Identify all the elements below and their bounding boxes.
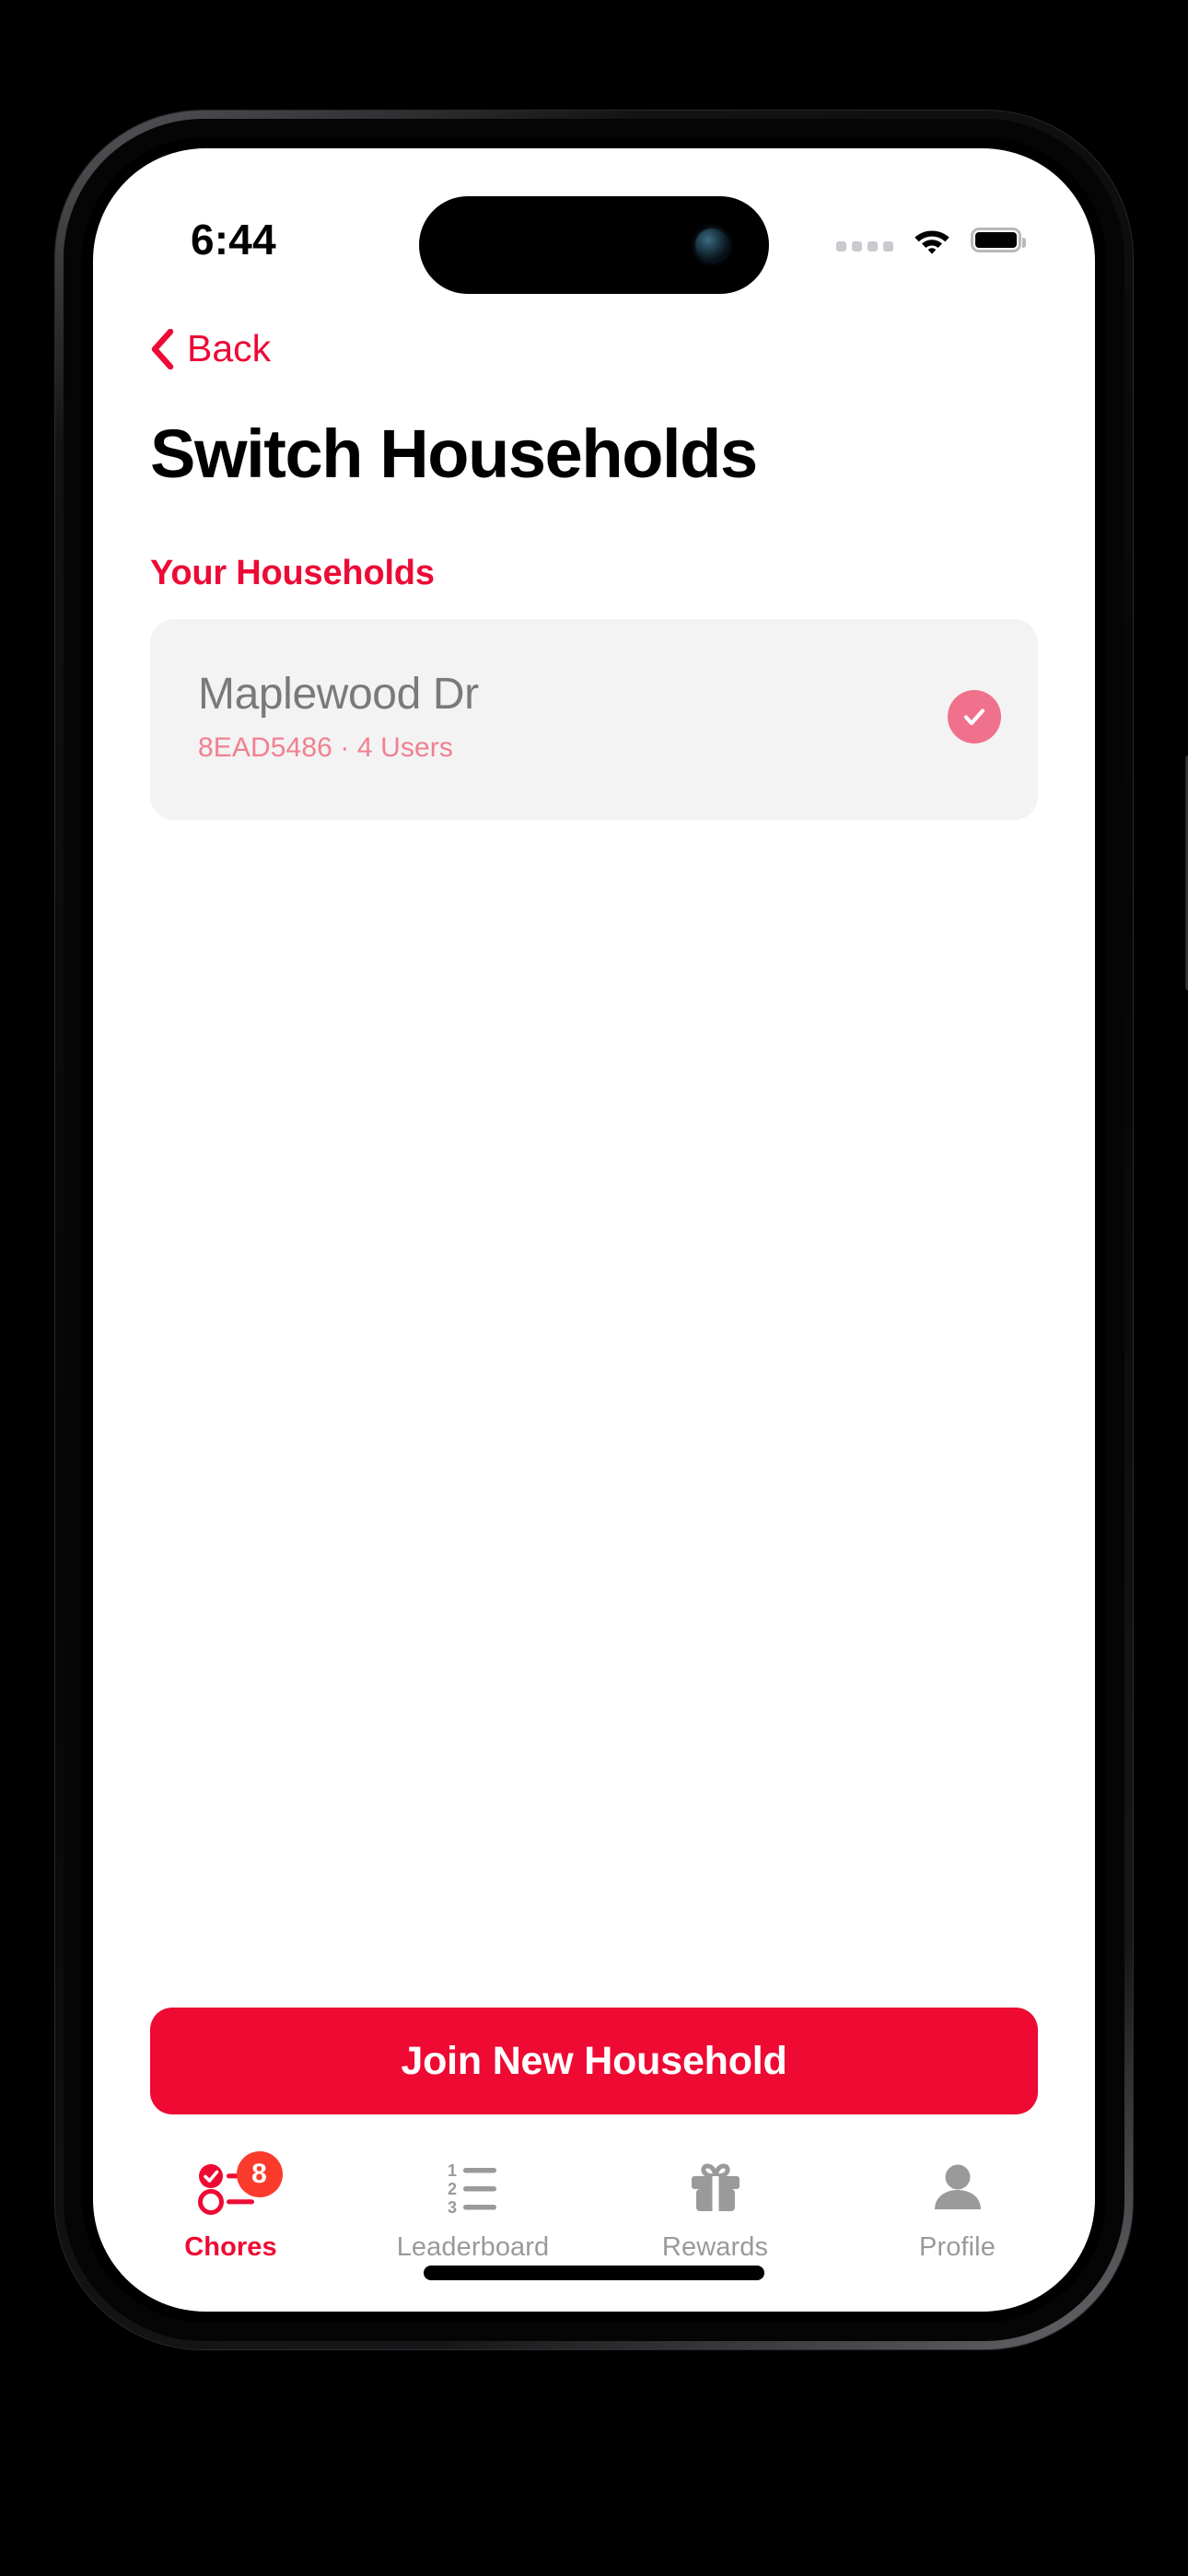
svg-text:2: 2 bbox=[448, 2180, 457, 2198]
section-header-your-households: Your Households bbox=[150, 553, 435, 592]
tab-bar: 8 Chores 1 2 3 Leaderboard Rewards Profi… bbox=[93, 2151, 1095, 2312]
device-inner-frame: 6:44 Back Switch Households Your Househo… bbox=[64, 119, 1124, 2341]
back-button[interactable]: Back bbox=[150, 327, 271, 370]
gift-icon bbox=[685, 2155, 746, 2221]
phone-device-frame: 6:44 Back Switch Households Your Househo… bbox=[55, 111, 1188, 2349]
household-list: Maplewood Dr 8EAD5486 · 4 Users bbox=[93, 593, 1095, 820]
ranked-list-icon: 1 2 3 bbox=[438, 2155, 508, 2221]
navigation-bar: Back bbox=[93, 287, 1095, 374]
household-text-block: Maplewood Dr 8EAD5486 · 4 Users bbox=[198, 669, 479, 764]
tab-label-chores: Chores bbox=[184, 2232, 277, 2262]
svg-text:1: 1 bbox=[448, 2161, 457, 2180]
battery-full-icon bbox=[971, 227, 1026, 252]
device-bezel: 6:44 Back Switch Households Your Househo… bbox=[82, 137, 1106, 2323]
tab-chores[interactable]: 8 Chores bbox=[125, 2151, 337, 2263]
household-meta: 8EAD5486 · 4 Users bbox=[198, 732, 453, 763]
wifi-icon bbox=[912, 225, 952, 254]
chores-badge-count: 8 bbox=[236, 2151, 283, 2197]
join-new-household-button[interactable]: Join New Household bbox=[150, 2008, 1038, 2114]
status-icons bbox=[836, 225, 1026, 254]
home-indicator[interactable] bbox=[424, 2266, 764, 2280]
household-list-item[interactable]: Maplewood Dr 8EAD5486 · 4 Users bbox=[150, 618, 1038, 820]
checklist-icon: 8 bbox=[196, 2151, 283, 2221]
back-button-label: Back bbox=[187, 327, 272, 369]
tab-label-profile: Profile bbox=[919, 2232, 996, 2262]
page-title: Switch Households bbox=[150, 415, 758, 492]
screenshot-root: 6:44 Back Switch Households Your Househo… bbox=[0, 0, 1188, 2576]
tab-rewards[interactable]: Rewards bbox=[610, 2155, 821, 2263]
cta-container: Join New Household bbox=[93, 2008, 1095, 2114]
app-content: Back Switch Households Your Households M… bbox=[93, 287, 1095, 2312]
cellular-dots-icon bbox=[836, 228, 893, 252]
household-name: Maplewood Dr bbox=[198, 670, 479, 719]
svg-text:3: 3 bbox=[448, 2198, 457, 2217]
tab-label-leaderboard: Leaderboard bbox=[396, 2232, 550, 2262]
tab-label-rewards: Rewards bbox=[661, 2232, 769, 2262]
check-circle-icon[interactable] bbox=[948, 689, 1001, 744]
person-icon bbox=[928, 2155, 987, 2221]
phone-screen: 6:44 Back Switch Households Your Househo… bbox=[93, 148, 1095, 2312]
tab-profile[interactable]: Profile bbox=[852, 2155, 1064, 2263]
dynamic-island bbox=[419, 196, 769, 294]
tab-leaderboard[interactable]: 1 2 3 Leaderboard bbox=[367, 2155, 579, 2263]
status-time: 6:44 bbox=[191, 216, 276, 263]
front-camera-lens-icon bbox=[695, 228, 728, 262]
chevron-left-icon bbox=[150, 328, 174, 369]
